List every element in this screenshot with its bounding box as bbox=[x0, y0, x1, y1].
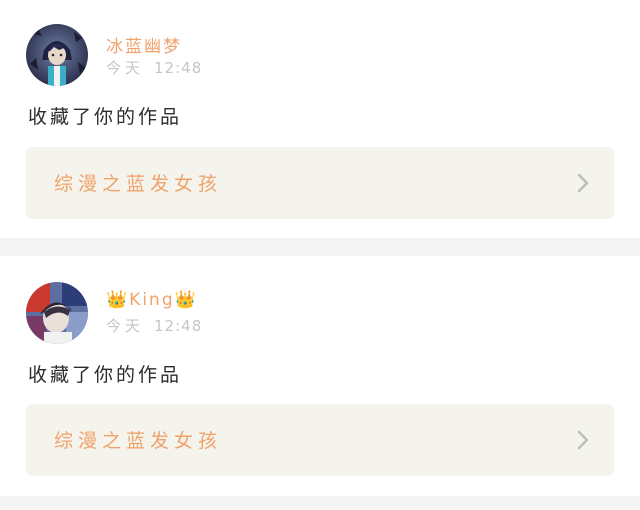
notification-card: 👑King👑 今天 12:48 收藏了你的作品 综漫之蓝发女孩 bbox=[0, 256, 640, 496]
action-text: 收藏了你的作品 bbox=[28, 106, 183, 128]
notification-feed: 冰蓝幽梦 今天 12:48 收藏了你的作品 综漫之蓝发女孩 👑King👑 今天 … bbox=[0, 0, 640, 510]
timestamp-time: 12:48 bbox=[154, 59, 203, 77]
work-link[interactable]: 综漫之蓝发女孩 bbox=[26, 147, 614, 219]
work-title: 综漫之蓝发女孩 bbox=[54, 430, 223, 452]
avatar[interactable] bbox=[26, 24, 88, 86]
timestamp: 今天 12:48 bbox=[106, 315, 202, 336]
timestamp-day: 今天 bbox=[106, 59, 145, 77]
chevron-right-icon bbox=[576, 429, 590, 455]
work-link[interactable]: 综漫之蓝发女孩 bbox=[26, 404, 614, 476]
username[interactable]: 👑King👑 bbox=[106, 290, 198, 310]
work-title: 综漫之蓝发女孩 bbox=[54, 173, 223, 195]
chevron-right-icon bbox=[576, 172, 590, 198]
avatar[interactable] bbox=[26, 282, 88, 344]
timestamp-day: 今天 bbox=[106, 317, 145, 335]
timestamp-time: 12:48 bbox=[154, 317, 203, 335]
notification-card: 冰蓝幽梦 今天 12:48 收藏了你的作品 综漫之蓝发女孩 bbox=[0, 0, 640, 238]
timestamp: 今天 12:48 bbox=[106, 57, 202, 78]
action-text: 收藏了你的作品 bbox=[28, 364, 183, 386]
username[interactable]: 冰蓝幽梦 bbox=[106, 32, 182, 57]
